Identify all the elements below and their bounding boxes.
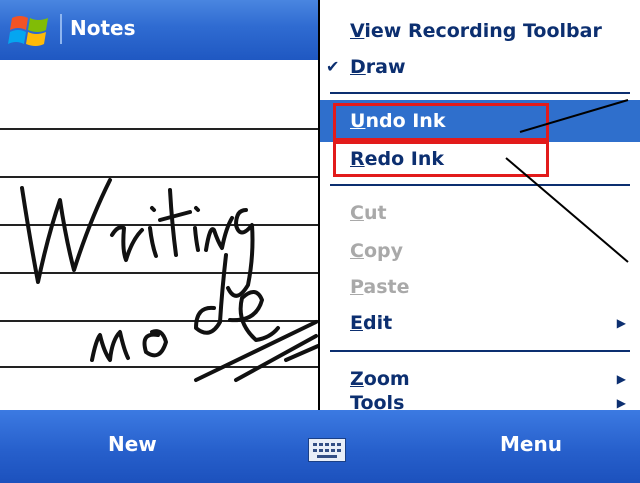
new-button[interactable]: New	[108, 432, 157, 456]
bottom-softkey-bar: New Menu	[0, 410, 640, 483]
menu-button[interactable]: Menu	[500, 432, 562, 456]
keyboard-icon[interactable]	[308, 438, 346, 462]
